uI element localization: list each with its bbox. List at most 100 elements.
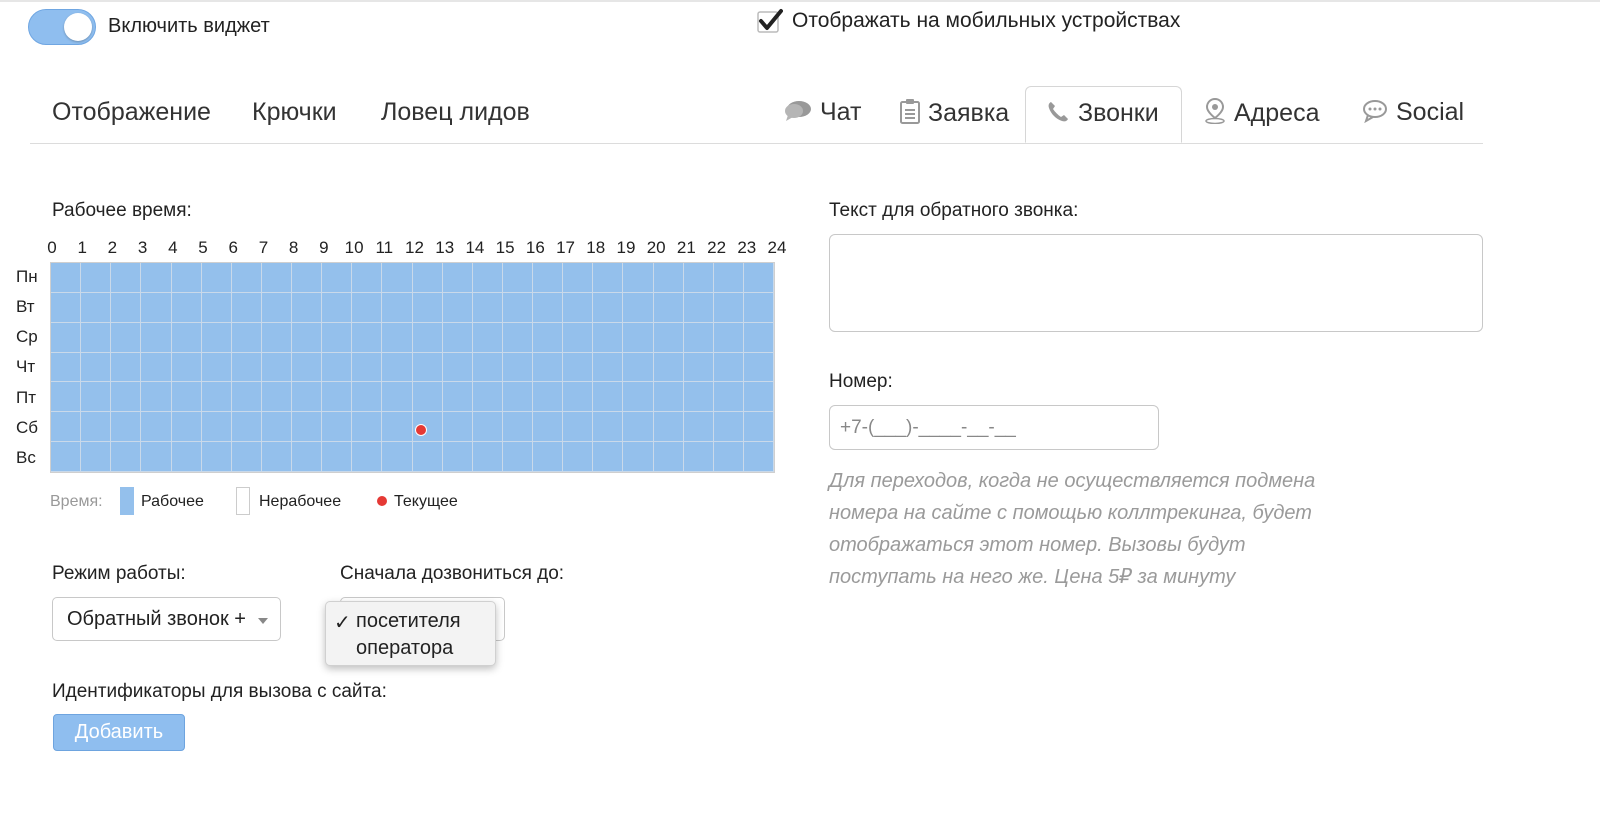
schedule-cell[interactable]: [412, 322, 443, 353]
option-operator[interactable]: оператора: [356, 637, 453, 660]
schedule-cell[interactable]: [593, 412, 624, 443]
schedule-cell[interactable]: [472, 412, 503, 443]
callback-text-input[interactable]: [829, 234, 1483, 332]
schedule-cell[interactable]: [322, 263, 353, 293]
schedule-cell[interactable]: [743, 442, 774, 472]
schedule-cell[interactable]: [412, 352, 443, 383]
schedule-cell[interactable]: [51, 322, 82, 353]
schedule-cell[interactable]: [111, 292, 142, 323]
schedule-cell[interactable]: [111, 442, 142, 472]
schedule-cell[interactable]: [623, 442, 654, 472]
tab-request[interactable]: Заявка: [900, 98, 1009, 128]
schedule-cell[interactable]: [292, 292, 323, 323]
mobile-checkbox[interactable]: [757, 8, 783, 34]
schedule-cell[interactable]: [81, 442, 112, 472]
schedule-cell[interactable]: [201, 352, 232, 383]
schedule-cell[interactable]: [322, 292, 353, 323]
schedule-cell[interactable]: [533, 292, 564, 323]
schedule-cell[interactable]: [141, 322, 172, 353]
schedule-cell[interactable]: [472, 292, 503, 323]
schedule-cell[interactable]: [623, 412, 654, 443]
schedule-cell[interactable]: [141, 442, 172, 472]
schedule-cell[interactable]: [563, 292, 594, 323]
schedule-cell[interactable]: [382, 263, 413, 293]
schedule-cell[interactable]: [593, 292, 624, 323]
mode-select[interactable]: Обратный звонок +: [52, 597, 281, 641]
tab-social[interactable]: Social: [1362, 98, 1464, 127]
schedule-grid[interactable]: [50, 262, 775, 473]
schedule-cell[interactable]: [472, 322, 503, 353]
schedule-cell[interactable]: [322, 382, 353, 413]
schedule-cell[interactable]: [171, 322, 202, 353]
schedule-cell[interactable]: [81, 412, 112, 443]
schedule-cell[interactable]: [713, 292, 744, 323]
schedule-cell[interactable]: [472, 442, 503, 472]
schedule-cell[interactable]: [743, 352, 774, 383]
schedule-cell[interactable]: [653, 412, 684, 443]
schedule-cell[interactable]: [382, 292, 413, 323]
schedule-cell[interactable]: [382, 412, 413, 443]
schedule-cell[interactable]: [623, 352, 654, 383]
tab-lead-catcher[interactable]: Ловец лидов: [381, 98, 530, 127]
schedule-cell[interactable]: [563, 352, 594, 383]
schedule-cell[interactable]: [352, 382, 383, 413]
schedule-cell[interactable]: [653, 382, 684, 413]
schedule-cell[interactable]: [51, 442, 82, 472]
schedule-cell[interactable]: [683, 263, 714, 293]
schedule-cell[interactable]: [201, 292, 232, 323]
schedule-cell[interactable]: [683, 352, 714, 383]
schedule-cell[interactable]: [81, 292, 112, 323]
schedule-cell[interactable]: [261, 263, 292, 293]
schedule-cell[interactable]: [292, 412, 323, 443]
schedule-cell[interactable]: [563, 382, 594, 413]
schedule-cell[interactable]: [171, 352, 202, 383]
schedule-cell[interactable]: [593, 442, 624, 472]
tab-chat[interactable]: Чат: [784, 98, 861, 127]
schedule-cell[interactable]: [442, 263, 473, 293]
schedule-cell[interactable]: [743, 292, 774, 323]
schedule-cell[interactable]: [231, 412, 262, 443]
schedule-cell[interactable]: [292, 352, 323, 383]
schedule-cell[interactable]: [51, 263, 82, 293]
schedule-cell[interactable]: [653, 263, 684, 293]
schedule-cell[interactable]: [713, 263, 744, 293]
schedule-cell[interactable]: [352, 412, 383, 443]
schedule-cell[interactable]: [653, 322, 684, 353]
schedule-cell[interactable]: [653, 442, 684, 472]
schedule-cell[interactable]: [231, 382, 262, 413]
schedule-cell[interactable]: [231, 263, 262, 293]
schedule-cell[interactable]: [292, 442, 323, 472]
schedule-cell[interactable]: [322, 322, 353, 353]
schedule-cell[interactable]: [201, 263, 232, 293]
schedule-cell[interactable]: [352, 352, 383, 383]
schedule-cell[interactable]: [261, 442, 292, 472]
schedule-cell[interactable]: [502, 263, 533, 293]
schedule-cell[interactable]: [713, 412, 744, 443]
schedule-cell[interactable]: [382, 382, 413, 413]
schedule-cell[interactable]: [593, 382, 624, 413]
schedule-cell[interactable]: [261, 412, 292, 443]
schedule-cell[interactable]: [533, 322, 564, 353]
schedule-cell[interactable]: [382, 322, 413, 353]
schedule-cell[interactable]: [713, 352, 744, 383]
schedule-cell[interactable]: [261, 292, 292, 323]
schedule-cell[interactable]: [713, 322, 744, 353]
schedule-cell[interactable]: [563, 263, 594, 293]
schedule-cell[interactable]: [713, 442, 744, 472]
schedule-cell[interactable]: [593, 263, 624, 293]
schedule-cell[interactable]: [352, 263, 383, 293]
schedule-cell[interactable]: [412, 263, 443, 293]
option-visitor[interactable]: посетителя: [356, 610, 461, 633]
schedule-cell[interactable]: [533, 352, 564, 383]
tab-display[interactable]: Отображение: [52, 98, 211, 127]
schedule-cell[interactable]: [743, 412, 774, 443]
schedule-cell[interactable]: [743, 382, 774, 413]
schedule-cell[interactable]: [111, 412, 142, 443]
schedule-cell[interactable]: [111, 263, 142, 293]
schedule-cell[interactable]: [171, 292, 202, 323]
schedule-cell[interactable]: [352, 322, 383, 353]
schedule-cell[interactable]: [322, 412, 353, 443]
schedule-cell[interactable]: [201, 322, 232, 353]
schedule-cell[interactable]: [141, 263, 172, 293]
schedule-cell[interactable]: [442, 292, 473, 323]
